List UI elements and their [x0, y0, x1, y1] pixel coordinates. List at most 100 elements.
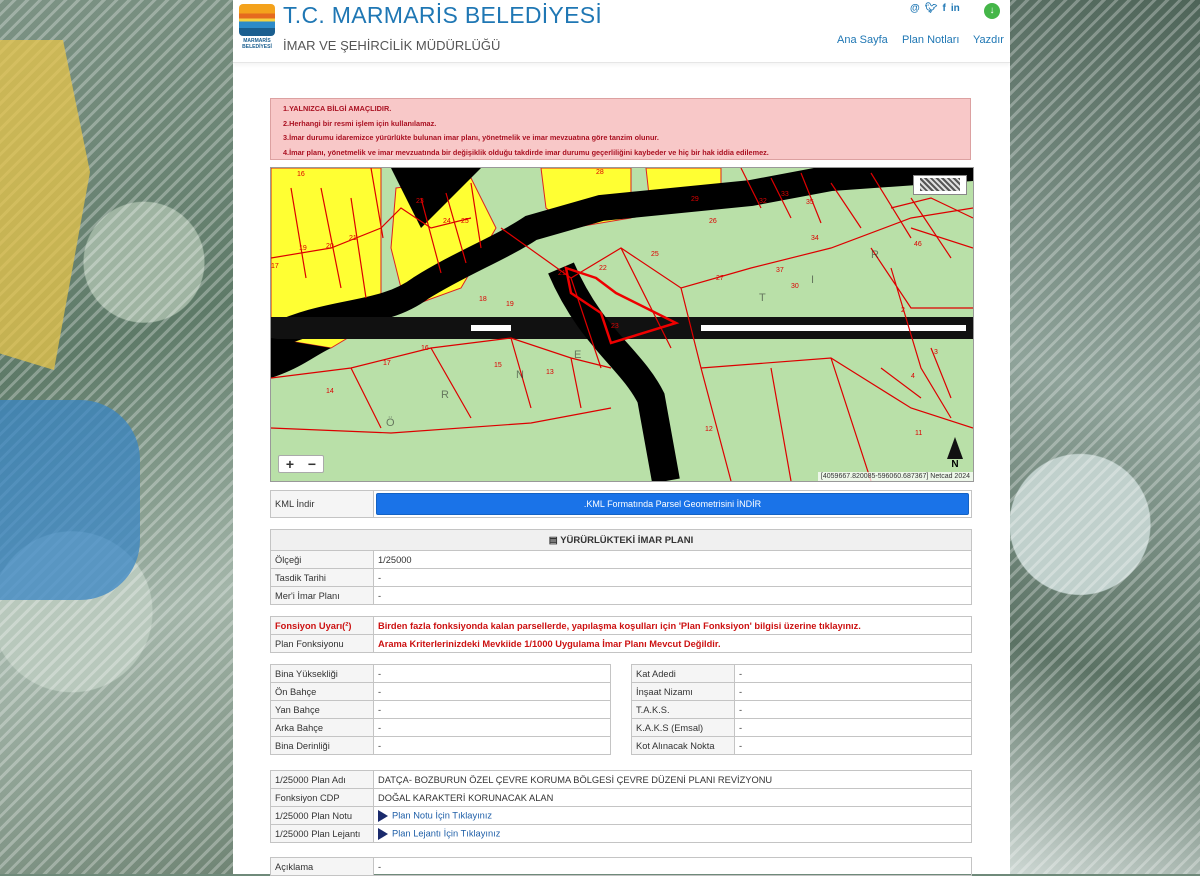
disclaimer-box: 1.YALNIZCA BİLGİ AMAÇLIDIR. 2.Herhangi b…: [270, 98, 971, 160]
current-plan-table: ▤ YÜRÜRLÜKTEKİ İMAR PLANI Ölçeği 1/25000 …: [270, 529, 972, 605]
function-cdp-value: DOĞAL KARAKTERİ KORUNACAK ALAN: [373, 788, 972, 807]
back-yard-value: -: [373, 718, 611, 737]
svg-text:E: E: [574, 349, 581, 361]
svg-text:11: 11: [915, 430, 922, 437]
municipality-logo[interactable]: MARMARİS BELEDİYESİ: [239, 4, 275, 54]
site-subtitle: İMAR VE ŞEHİRCİLİK MÜDÜRLÜĞÜ: [283, 38, 501, 53]
approval-date-value: -: [373, 568, 972, 587]
svg-text:15: 15: [494, 362, 502, 369]
twitter-icon[interactable]: 🐦︎: [925, 3, 938, 14]
building-height-label: Bina Yüksekliği: [270, 664, 374, 683]
svg-text:29: 29: [691, 196, 699, 203]
plan-function-label: Plan Fonksiyonu: [270, 634, 374, 653]
svg-text:27: 27: [716, 275, 724, 282]
disclaimer-line-3: 3.İmar durumu idaremizce yürürlükte bulu…: [283, 133, 659, 142]
svg-text:R: R: [441, 389, 449, 401]
svg-text:22: 22: [599, 265, 607, 272]
site-header: MARMARİS BELEDİYESİ T.C. MARMARİS BELEDİ…: [233, 0, 1010, 63]
svg-text:30: 30: [791, 283, 799, 290]
main-page: MARMARİS BELEDİYESİ T.C. MARMARİS BELEDİ…: [233, 0, 1010, 876]
plan-legend-label: 1/25000 Plan Lejantı: [270, 824, 374, 843]
building-right-table: Kat Adedi - İnşaat Nizamı - T.A.K.S. - K.A.…: [631, 664, 972, 755]
layer-switcher-button[interactable]: [913, 175, 967, 195]
plan-legend-cell: Plan Lejantı İçin Tıklayınız: [373, 824, 972, 843]
active-plan-value: -: [373, 586, 972, 605]
svg-text:23: 23: [416, 198, 424, 205]
svg-text:12: 12: [705, 426, 713, 433]
svg-text:18: 18: [479, 296, 487, 303]
zoom-control: + −: [278, 455, 324, 473]
building-left-table: Bina Yüksekliği - Ön Bahçe - Yan Bahçe - Ar…: [270, 664, 611, 755]
svg-text:35: 35: [806, 199, 814, 206]
logo-text: MARMARİS BELEDİYESİ: [242, 38, 272, 50]
plan-note-link[interactable]: Plan Notu İçin Tıklayınız: [392, 810, 492, 820]
map-coordinates: [4059667.820085-596060.687367] Netcad 20…: [817, 472, 973, 481]
scale-value: 1/25000: [373, 550, 972, 569]
site-title[interactable]: T.C. MARMARİS BELEDİYESİ: [283, 2, 602, 29]
plan-info-table: 1/25000 Plan Adı DATÇA- BOZBURUN ÖZEL ÇEV…: [270, 770, 972, 843]
svg-text:21: 21: [558, 270, 566, 277]
building-depth-value: -: [373, 736, 611, 755]
approval-date-label: Tasdik Tarihi: [270, 568, 374, 587]
nav-yazdir[interactable]: Yazdır: [973, 34, 1004, 46]
front-yard-value: -: [373, 682, 611, 701]
plan-note-cell: Plan Notu İçin Tıklayınız: [373, 806, 972, 825]
kml-download-button[interactable]: .KML Formatında Parsel Geometrisini İNDİ…: [376, 493, 969, 515]
email-icon[interactable]: @: [910, 3, 920, 14]
svg-text:16: 16: [297, 171, 305, 178]
plan-legend-link[interactable]: Plan Lejantı İçin Tıklayınız: [392, 828, 500, 838]
play-icon: [378, 827, 388, 840]
svg-text:N: N: [516, 369, 524, 381]
floor-count-label: Kat Adedi: [631, 664, 735, 683]
back-yard-label: Arka Bahçe: [270, 718, 374, 737]
side-yard-value: -: [373, 700, 611, 719]
plan-name-value: DATÇA- BOZBURUN ÖZEL ÇEVRE KORUMA BÖLGES…: [373, 770, 972, 789]
svg-text:2: 2: [901, 307, 905, 314]
description-label: Açıklama: [270, 857, 374, 876]
current-plan-title: YÜRÜRLÜKTEKİ İMAR PLANI: [560, 534, 694, 546]
svg-text:23: 23: [611, 323, 619, 330]
description-table: Açıklama -: [270, 857, 972, 876]
construction-order-label: İnşaat Nizamı: [631, 682, 735, 701]
blue-logo-shape: [0, 400, 140, 600]
linkedin-icon[interactable]: in: [951, 3, 960, 14]
nav-plan-notlari[interactable]: Plan Notları: [902, 34, 959, 46]
current-plan-header: ▤ YÜRÜRLÜKTEKİ İMAR PLANI: [270, 529, 972, 551]
kaks-value: -: [734, 718, 972, 737]
svg-text:28: 28: [596, 169, 604, 176]
nav-ana-sayfa[interactable]: Ana Sayfa: [837, 34, 888, 46]
zoom-in-button[interactable]: +: [279, 456, 301, 472]
plan-note-label: 1/25000 Plan Notu: [270, 806, 374, 825]
function-warning-label: Fonsiyon Uyarı(²): [270, 616, 374, 635]
function-warning-text[interactable]: Birden fazla fonksiyonda kalan parseller…: [373, 616, 972, 635]
facebook-icon[interactable]: f: [942, 3, 945, 14]
function-cdp-label: Fonksiyon CDP: [270, 788, 374, 807]
logo-emblem: [239, 4, 275, 36]
side-yard-label: Yan Bahçe: [270, 700, 374, 719]
north-arrow-icon: N: [943, 437, 967, 470]
svg-text:3: 3: [934, 349, 938, 356]
svg-text:20: 20: [326, 243, 334, 250]
svg-text:17: 17: [271, 263, 279, 270]
svg-text:25: 25: [651, 251, 659, 258]
taks-value: -: [734, 700, 972, 719]
svg-text:37: 37: [776, 267, 784, 274]
svg-text:R: R: [871, 249, 879, 261]
building-height-value: -: [373, 664, 611, 683]
aerial-photo-left: [0, 0, 240, 874]
function-table: Fonsiyon Uyarı(²) Birden fazla fonksiyon…: [270, 616, 972, 653]
kml-download-table: KML İndir .KML Formatında Parsel Geometr…: [270, 490, 972, 518]
svg-text:46: 46: [914, 241, 922, 248]
svg-text:17: 17: [383, 360, 391, 367]
svg-text:19: 19: [506, 301, 514, 308]
download-icon[interactable]: ↓: [984, 3, 1000, 19]
svg-text:33: 33: [781, 191, 789, 198]
zoom-out-button[interactable]: −: [301, 456, 323, 472]
elevation-point-value: -: [734, 736, 972, 755]
parcel-map[interactable]: 16 23 24 25 28 29 26 32 33 35 17 19 20 21 34 46 22 25…: [270, 167, 974, 482]
disclaimer-line-1: 1.YALNIZCA BİLGİ AMAÇLIDIR.: [283, 104, 392, 113]
floor-count-value: -: [734, 664, 972, 683]
plan-function-value[interactable]: Arama Kriterlerinizdeki Mevkiide 1/1000 …: [373, 634, 972, 653]
social-links: @ 🐦︎ f in: [910, 3, 960, 14]
svg-text:13: 13: [546, 369, 554, 376]
